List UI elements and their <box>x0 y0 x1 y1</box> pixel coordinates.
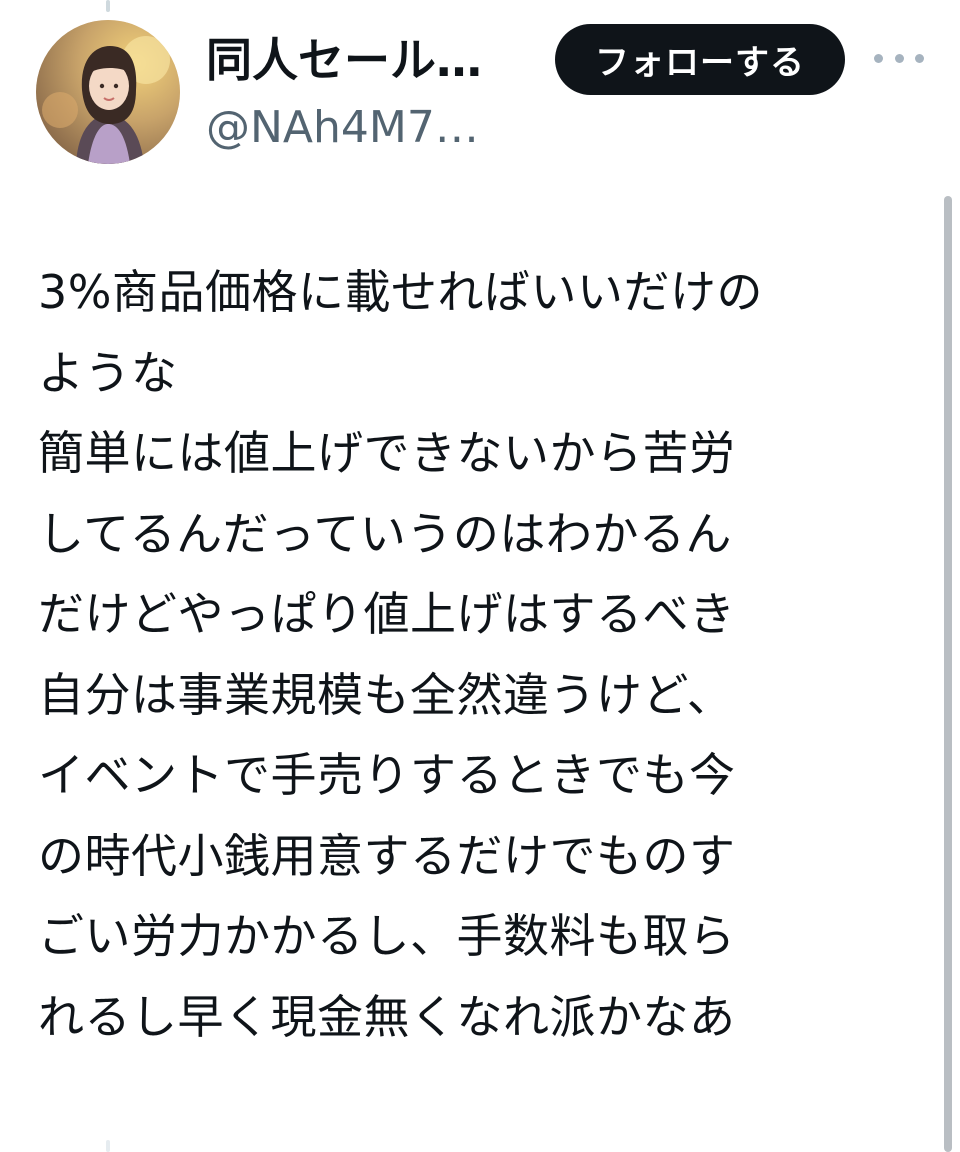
user-info[interactable]: 同人セール… @NAh4M7… <box>206 30 536 158</box>
tweet-text-line: 自分は事業規模も全然違うけど、 <box>38 667 734 722</box>
follow-button[interactable]: フォローする <box>555 24 845 95</box>
more-horizontal-icon[interactable] <box>874 46 924 70</box>
tweet-text-line: してるんだっていうのはわかるん <box>38 506 732 561</box>
thread-connector-bottom <box>106 1140 110 1152</box>
more-dot <box>874 53 883 63</box>
avatar[interactable] <box>36 20 180 164</box>
tweet-text-line: ごい労力かかるし、手数料も取ら <box>38 909 736 963</box>
more-dot <box>894 53 904 63</box>
tweet-text-line: れるし早く現金無くなれ派かなあ <box>38 989 736 1044</box>
tweet-text-line: 簡単には値上げできないから苦労 <box>38 426 736 480</box>
tweet-text-line: の時代小銭用意するだけでものす <box>38 828 736 883</box>
thread-connector-top <box>106 0 110 12</box>
tweet-text-line: 3%商品価格に載せればいいだけの <box>38 265 763 319</box>
avatar-photo <box>36 20 180 164</box>
tweet-text-line: だけどやっぱり値上げはするべき <box>38 587 736 641</box>
tweet-text-line: イベントで手売りするときでも今 <box>38 748 736 802</box>
more-dot <box>915 53 924 63</box>
display-name[interactable]: 同人セール… <box>206 30 536 90</box>
user-handle[interactable]: @NAh4M7… <box>206 98 536 158</box>
tweet-text: 3%商品価格に載せればいいだけの ような 簡単には値上げできないから苦労 してる… <box>38 252 908 1057</box>
scrollbar[interactable] <box>944 196 952 1152</box>
tweet-text-line: ような <box>38 345 178 400</box>
